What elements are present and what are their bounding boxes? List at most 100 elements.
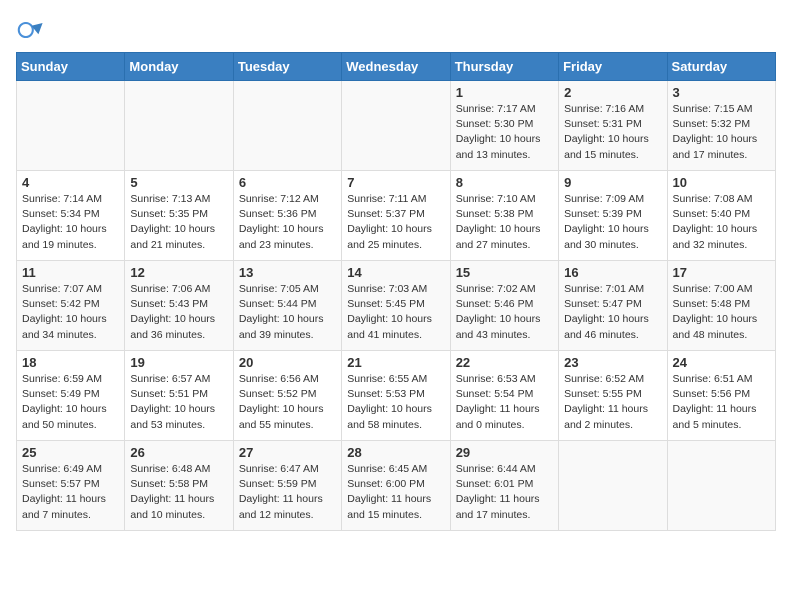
calendar-cell: [125, 81, 233, 171]
weekday-header-friday: Friday: [559, 53, 667, 81]
day-number: 3: [673, 85, 770, 100]
day-number: 25: [22, 445, 119, 460]
calendar-cell: 10Sunrise: 7:08 AM Sunset: 5:40 PM Dayli…: [667, 171, 775, 261]
day-info: Sunrise: 7:05 AM Sunset: 5:44 PM Dayligh…: [239, 282, 336, 343]
weekday-header-row: SundayMondayTuesdayWednesdayThursdayFrid…: [17, 53, 776, 81]
day-number: 1: [456, 85, 553, 100]
weekday-header-wednesday: Wednesday: [342, 53, 450, 81]
day-number: 17: [673, 265, 770, 280]
day-number: 4: [22, 175, 119, 190]
calendar-cell: 11 Sunrise: 7:07 AM Sunset: 5:42 PM Dayli…: [17, 261, 125, 351]
day-info: Sunrise: 6:59 AM Sunset: 5:49 PM Dayligh…: [22, 372, 119, 433]
calendar-cell: 18 Sunrise: 6:59 AM Sunset: 5:49 PM Dayli…: [17, 351, 125, 441]
day-info: Sunrise: 7:17 AM Sunset: 5:30 PM Dayligh…: [456, 102, 553, 163]
day-info: Sunrise: 6:53 AM Sunset: 5:54 PM Dayligh…: [456, 372, 553, 433]
day-info: Sunrise: 7:08 AM Sunset: 5:40 PM Dayligh…: [673, 192, 770, 253]
day-info: Sunrise: 7:00 AM Sunset: 5:48 PM Dayligh…: [673, 282, 770, 343]
day-number: 8: [456, 175, 553, 190]
day-number: 19: [130, 355, 227, 370]
day-info: Sunrise: 6:49 AM Sunset: 5:57 PM Dayligh…: [22, 462, 119, 523]
day-number: 14: [347, 265, 444, 280]
day-info: Sunrise: 7:03 AM Sunset: 5:45 PM Dayligh…: [347, 282, 444, 343]
day-info: Sunrise: 7:07 AM Sunset: 5:42 PM Dayligh…: [22, 282, 119, 343]
day-info: Sunrise: 6:51 AM Sunset: 5:56 PM Dayligh…: [673, 372, 770, 433]
calendar-cell: 9 Sunrise: 7:09 AM Sunset: 5:39 PM Daylig…: [559, 171, 667, 261]
day-info: Sunrise: 7:10 AM Sunset: 5:38 PM Dayligh…: [456, 192, 553, 253]
calendar-cell: [667, 441, 775, 531]
day-number: 9: [564, 175, 661, 190]
calendar-cell: 29 Sunrise: 6:44 AM Sunset: 6:01 PM Dayli…: [450, 441, 558, 531]
calendar-cell: 4 Sunrise: 7:14 AM Sunset: 5:34 PM Daylig…: [17, 171, 125, 261]
calendar-cell: 16 Sunrise: 7:01 AM Sunset: 5:47 PM Dayli…: [559, 261, 667, 351]
day-info: Sunrise: 7:15 AM Sunset: 5:32 PM Dayligh…: [673, 102, 770, 163]
day-info: Sunrise: 7:16 AM Sunset: 5:31 PM Dayligh…: [564, 102, 661, 163]
day-info: Sunrise: 7:09 AM Sunset: 5:39 PM Dayligh…: [564, 192, 661, 253]
weekday-header-thursday: Thursday: [450, 53, 558, 81]
day-number: 23: [564, 355, 661, 370]
day-info: Sunrise: 7:02 AM Sunset: 5:46 PM Dayligh…: [456, 282, 553, 343]
day-info: Sunrise: 7:06 AM Sunset: 5:43 PM Dayligh…: [130, 282, 227, 343]
calendar-cell: 17 Sunrise: 7:00 AM Sunset: 5:48 PM Dayli…: [667, 261, 775, 351]
calendar-cell: 1 Sunrise: 7:17 AM Sunset: 5:30 PM Daylig…: [450, 81, 558, 171]
calendar-cell: [559, 441, 667, 531]
calendar-cell: 2 Sunrise: 7:16 AM Sunset: 5:31 PM Daylig…: [559, 81, 667, 171]
calendar-cell: 8 Sunrise: 7:10 AM Sunset: 5:38 PM Daylig…: [450, 171, 558, 261]
day-number: 7: [347, 175, 444, 190]
day-info: Sunrise: 6:44 AM Sunset: 6:01 PM Dayligh…: [456, 462, 553, 523]
logo: [16, 16, 48, 44]
calendar-cell: 12Sunrise: 7:06 AM Sunset: 5:43 PM Dayli…: [125, 261, 233, 351]
calendar-cell: [233, 81, 341, 171]
day-number: 21: [347, 355, 444, 370]
calendar-cell: 27 Sunrise: 6:47 AM Sunset: 5:59 PM Dayli…: [233, 441, 341, 531]
logo-icon: [16, 16, 44, 44]
calendar-cell: 21 Sunrise: 6:55 AM Sunset: 5:53 PM Dayli…: [342, 351, 450, 441]
day-number: 22: [456, 355, 553, 370]
calendar-table: SundayMondayTuesdayWednesdayThursdayFrid…: [16, 52, 776, 531]
calendar-cell: 25 Sunrise: 6:49 AM Sunset: 5:57 PM Dayli…: [17, 441, 125, 531]
day-info: Sunrise: 7:13 AM Sunset: 5:35 PM Dayligh…: [130, 192, 227, 253]
week-row-1: 1 Sunrise: 7:17 AM Sunset: 5:30 PM Daylig…: [17, 81, 776, 171]
calendar-cell: [17, 81, 125, 171]
calendar-cell: 28 Sunrise: 6:45 AM Sunset: 6:00 PM Dayli…: [342, 441, 450, 531]
day-number: 18: [22, 355, 119, 370]
day-number: 13: [239, 265, 336, 280]
day-info: Sunrise: 7:14 AM Sunset: 5:34 PM Dayligh…: [22, 192, 119, 253]
day-info: Sunrise: 7:12 AM Sunset: 5:36 PM Dayligh…: [239, 192, 336, 253]
calendar-cell: 13 Sunrise: 7:05 AM Sunset: 5:44 PM Dayli…: [233, 261, 341, 351]
weekday-header-monday: Monday: [125, 53, 233, 81]
day-number: 29: [456, 445, 553, 460]
week-row-4: 18 Sunrise: 6:59 AM Sunset: 5:49 PM Dayli…: [17, 351, 776, 441]
day-number: 16: [564, 265, 661, 280]
day-info: Sunrise: 6:52 AM Sunset: 5:55 PM Dayligh…: [564, 372, 661, 433]
day-info: Sunrise: 6:55 AM Sunset: 5:53 PM Dayligh…: [347, 372, 444, 433]
day-number: 20: [239, 355, 336, 370]
day-number: 26: [130, 445, 227, 460]
day-number: 28: [347, 445, 444, 460]
calendar-cell: 19 Sunrise: 6:57 AM Sunset: 5:51 PM Dayli…: [125, 351, 233, 441]
calendar-cell: 22 Sunrise: 6:53 AM Sunset: 5:54 PM Dayli…: [450, 351, 558, 441]
week-row-3: 11 Sunrise: 7:07 AM Sunset: 5:42 PM Dayli…: [17, 261, 776, 351]
calendar-cell: 7 Sunrise: 7:11 AM Sunset: 5:37 PM Daylig…: [342, 171, 450, 261]
calendar-cell: 5 Sunrise: 7:13 AM Sunset: 5:35 PM Daylig…: [125, 171, 233, 261]
day-info: Sunrise: 6:57 AM Sunset: 5:51 PM Dayligh…: [130, 372, 227, 433]
calendar-cell: [342, 81, 450, 171]
day-info: Sunrise: 6:45 AM Sunset: 6:00 PM Dayligh…: [347, 462, 444, 523]
day-number: 27: [239, 445, 336, 460]
calendar-cell: 24 Sunrise: 6:51 AM Sunset: 5:56 PM Dayli…: [667, 351, 775, 441]
day-number: 15: [456, 265, 553, 280]
day-info: Sunrise: 7:01 AM Sunset: 5:47 PM Dayligh…: [564, 282, 661, 343]
day-number: 24: [673, 355, 770, 370]
week-row-2: 4 Sunrise: 7:14 AM Sunset: 5:34 PM Daylig…: [17, 171, 776, 261]
day-info: Sunrise: 6:56 AM Sunset: 5:52 PM Dayligh…: [239, 372, 336, 433]
day-number: 2: [564, 85, 661, 100]
calendar-cell: 6 Sunrise: 7:12 AM Sunset: 5:36 PM Daylig…: [233, 171, 341, 261]
calendar-cell: 15 Sunrise: 7:02 AM Sunset: 5:46 PM Dayli…: [450, 261, 558, 351]
day-number: 11: [22, 265, 119, 280]
calendar-cell: 3 Sunrise: 7:15 AM Sunset: 5:32 PM Daylig…: [667, 81, 775, 171]
day-number: 5: [130, 175, 227, 190]
week-row-5: 25 Sunrise: 6:49 AM Sunset: 5:57 PM Dayli…: [17, 441, 776, 531]
weekday-header-sunday: Sunday: [17, 53, 125, 81]
day-number: 6: [239, 175, 336, 190]
day-info: Sunrise: 6:47 AM Sunset: 5:59 PM Dayligh…: [239, 462, 336, 523]
day-info: Sunrise: 7:11 AM Sunset: 5:37 PM Dayligh…: [347, 192, 444, 253]
